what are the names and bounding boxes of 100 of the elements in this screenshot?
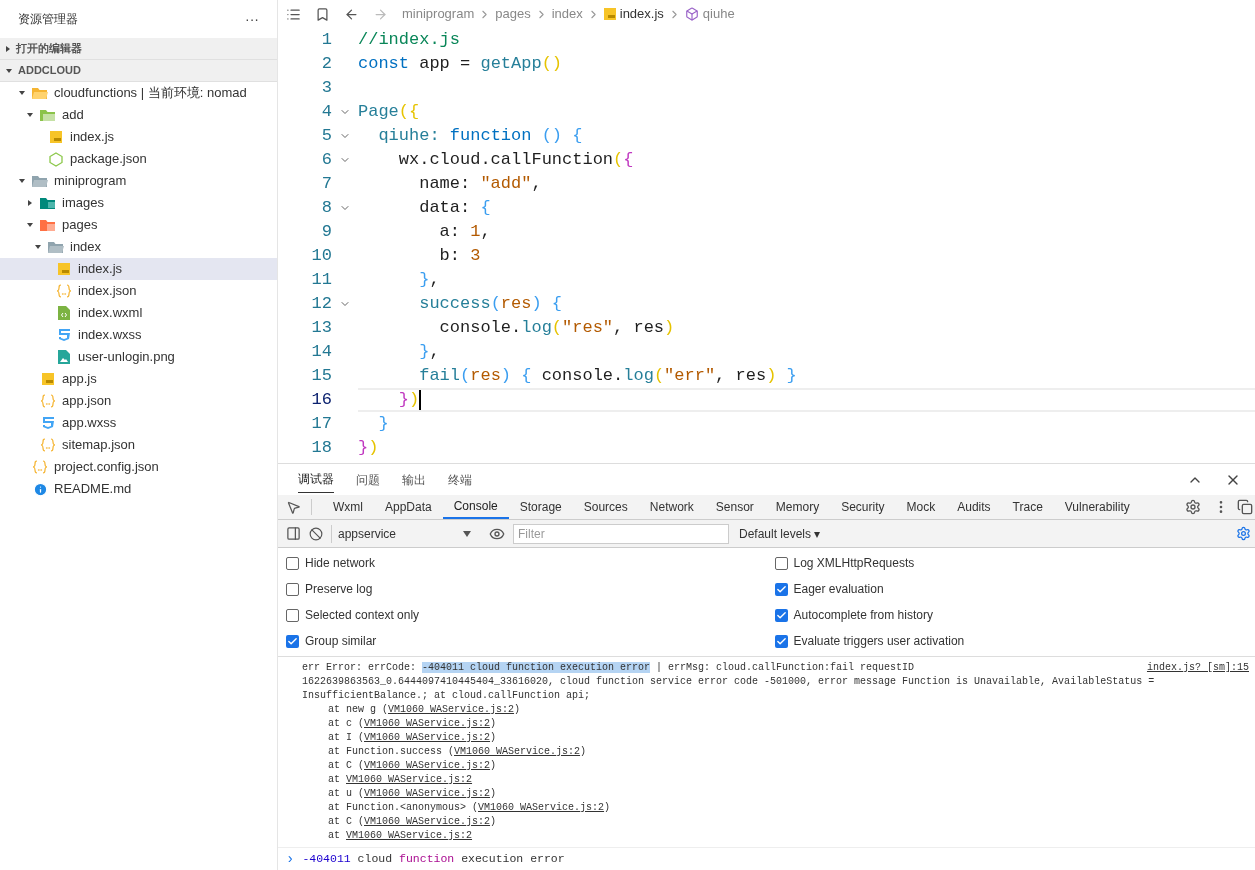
settings-icon[interactable] (1185, 499, 1201, 515)
stack-link[interactable]: VM1060 WAService.js:2 (478, 802, 605, 813)
tree-item-label: package.json (70, 150, 147, 169)
sidebar-toggle-icon[interactable] (286, 526, 301, 541)
console-message-line: err Error: errCode: -404011 cloud function execution error | errMsg: cloud.callFunction:fail requestID (302, 661, 915, 675)
breadcrumb-item[interactable]: qiuhe (702, 4, 735, 24)
checkbox[interactable] (286, 582, 299, 596)
breadcrumb-item[interactable]: index (551, 4, 583, 24)
settings-icon[interactable] (1236, 526, 1251, 541)
stack-frame: at C (VM1060 WAService.js:2) (328, 815, 497, 829)
line-number: 3 (320, 77, 332, 100)
stack-frame: at VM1060 WAService.js:2 (328, 773, 473, 787)
sidebar-title: 资源管理器 (18, 11, 78, 28)
section-header[interactable]: 打开的编辑器 (0, 38, 277, 60)
devtools-tab[interactable]: Memory (764, 495, 831, 519)
devtools-tab[interactable]: Sensor (704, 495, 765, 519)
stack-link[interactable]: VM1060 WAService.js:2 (364, 816, 491, 827)
expanded-caret-icon[interactable] (19, 91, 25, 95)
checkbox[interactable] (774, 556, 788, 570)
tree-item[interactable]: app.wxss (0, 412, 277, 434)
tree-item[interactable]: index.js (0, 126, 277, 148)
clear-console-icon[interactable] (309, 526, 323, 541)
expanded-caret-icon[interactable] (35, 245, 41, 249)
code-line: const app = getApp() (358, 53, 564, 76)
checkbox[interactable] (774, 582, 788, 596)
code-line: b: 3 (438, 245, 482, 268)
section-header[interactable]: ADDCLOUD (0, 60, 277, 82)
tree-item[interactable]: index.json (0, 280, 277, 302)
devtools-tab[interactable]: Audits (946, 495, 1002, 519)
stack-link[interactable]: VM1060 WAService.js:2 (364, 788, 491, 799)
css-file-icon (41, 416, 55, 430)
stack-link[interactable]: VM1060 WAService.js:2 (454, 746, 581, 757)
tree-item[interactable]: README.md (0, 478, 277, 500)
devtools-tab[interactable]: Security (830, 495, 896, 519)
line-number: 6 (320, 149, 332, 172)
expanded-caret-icon[interactable] (19, 179, 25, 183)
console-input[interactable]: -404011 cloud function execution error (302, 850, 565, 868)
checkbox[interactable] (774, 634, 788, 648)
expanded-caret-icon[interactable] (27, 113, 33, 117)
line-number: 7 (320, 173, 332, 196)
expanded-caret-icon[interactable] (6, 68, 12, 73)
braces-icon (40, 438, 56, 452)
context-select[interactable]: appservice (331, 524, 471, 543)
back-icon[interactable] (344, 6, 359, 22)
stack-link[interactable]: VM1060 WAService.js:2 (364, 760, 491, 771)
breadcrumb-item[interactable]: index.js (619, 4, 664, 24)
code-line: a: 1, (438, 221, 492, 244)
more-button[interactable]: ··· (245, 8, 259, 30)
panel-tab[interactable]: 终端 (448, 466, 472, 493)
tree-item[interactable]: user-unlogin.png (0, 346, 277, 368)
expanded-caret-icon[interactable] (27, 223, 33, 227)
stack-link[interactable]: VM1060 WAService.js:2 (388, 704, 515, 715)
inspect-icon[interactable] (286, 499, 301, 515)
devtools-tab[interactable]: Network (638, 495, 705, 519)
panel-tab[interactable]: 输出 (402, 466, 426, 493)
tree-item[interactable]: index.wxss (0, 324, 277, 346)
devtools-tab[interactable]: Mock (895, 495, 947, 519)
checkbox[interactable] (774, 608, 788, 622)
filter-field[interactable]: Filter (513, 523, 729, 544)
checkbox[interactable] (286, 608, 299, 622)
outline-icon[interactable] (286, 6, 301, 22)
bookmark-icon[interactable] (315, 6, 330, 22)
tree-item[interactable]: pages (0, 214, 277, 236)
tree-item[interactable]: app.json (0, 390, 277, 412)
tree-item-label: sitemap.json (62, 436, 135, 455)
line-number: 2 (320, 53, 332, 76)
breadcrumb-item[interactable]: pages (495, 4, 531, 24)
tree-item[interactable]: images (0, 192, 277, 214)
devtools-tab[interactable]: Wxml (322, 495, 374, 519)
checkbox[interactable] (286, 556, 299, 570)
source-link[interactable]: index.js? [sm]:15 (1146, 661, 1249, 675)
tree-item[interactable]: index (0, 236, 277, 258)
braces-icon (32, 460, 48, 474)
tree-item[interactable]: add (0, 104, 277, 126)
dock-icon[interactable] (1237, 499, 1253, 515)
tree-item[interactable]: index.js (0, 258, 277, 280)
stack-link[interactable]: VM1060 WAService.js:2 (346, 830, 473, 841)
checkbox[interactable] (286, 634, 299, 648)
devtools-tab[interactable]: Sources (572, 495, 639, 519)
levels-dropdown[interactable]: Default levels ▾ (739, 524, 821, 543)
panel-tab[interactable]: 调试器 (298, 466, 334, 493)
tree-item[interactable]: cloudfunctions | 当前环境: nomad (0, 82, 277, 104)
collapsed-caret-icon[interactable] (6, 45, 10, 52)
panel-tab[interactable]: 问题 (356, 466, 380, 493)
stack-link[interactable]: VM1060 WAService.js:2 (364, 732, 491, 743)
breadcrumb-item[interactable]: miniprogram (402, 4, 475, 24)
devtools-tab[interactable]: AppData (374, 495, 443, 519)
devtools-tab[interactable]: Vulnerability (1053, 495, 1141, 519)
tree-item[interactable]: sitemap.json (0, 434, 277, 456)
tree-item[interactable]: miniprogram (0, 170, 277, 192)
tree-item[interactable]: index.wxml (0, 302, 277, 324)
tree-item[interactable]: project.config.json (0, 456, 277, 478)
tree-item[interactable]: package.json (0, 148, 277, 170)
stack-link[interactable]: VM1060 WAService.js:2 (346, 774, 473, 785)
devtools-tab[interactable]: Storage (508, 495, 573, 519)
stack-link[interactable]: VM1060 WAService.js:2 (364, 718, 491, 729)
devtools-tab[interactable]: Trace (1001, 495, 1054, 519)
collapsed-caret-icon[interactable] (28, 200, 32, 206)
info-icon (32, 481, 48, 497)
tree-item[interactable]: app.js (0, 368, 277, 390)
